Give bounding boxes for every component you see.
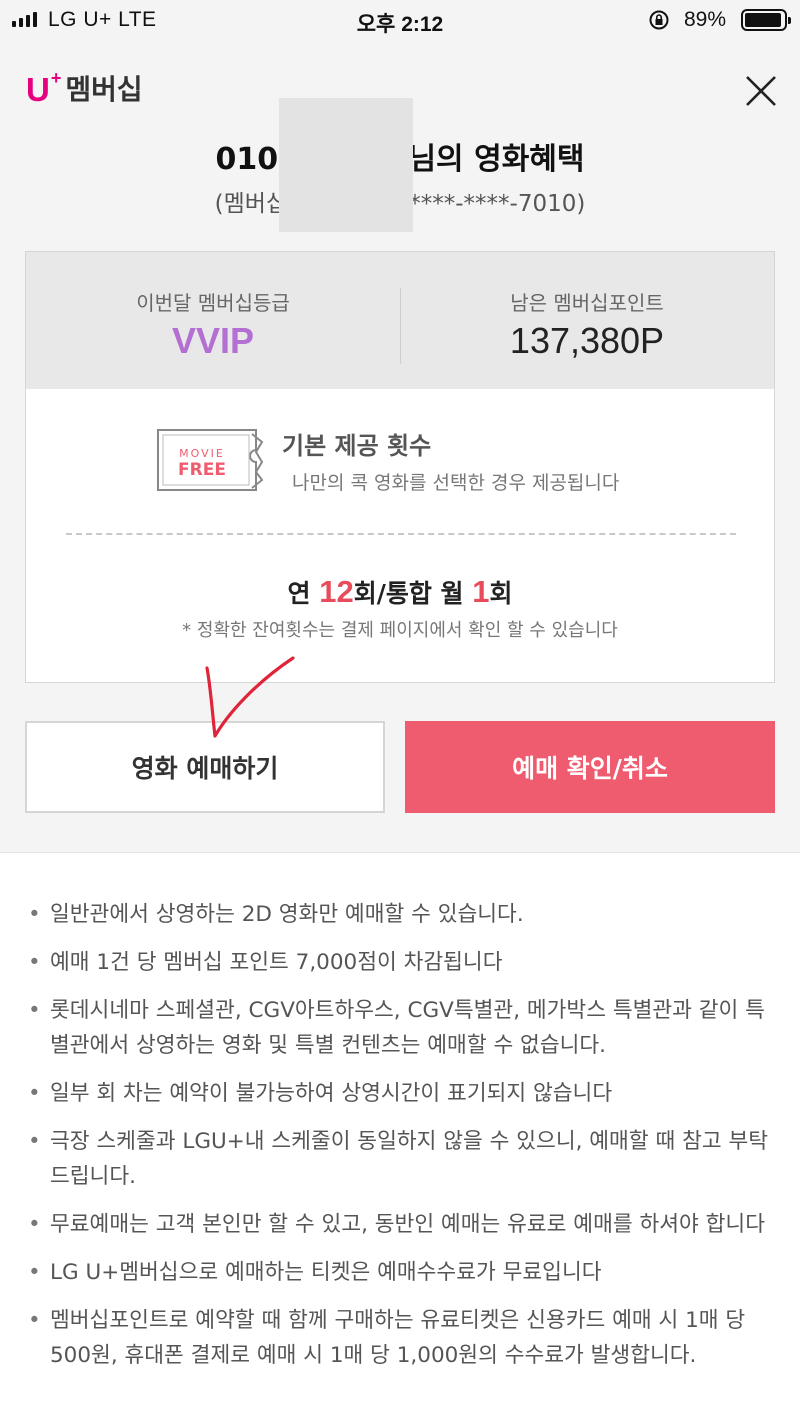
notice-item: 멤버십포인트로 예약할 때 함께 구매하는 유료티켓은 신용카드 예매 시 1매… xyxy=(26,1303,778,1373)
monthly-count: 1 xyxy=(472,574,490,609)
grade-label: 이번달 멤버십등급 xyxy=(136,291,290,315)
points-label: 남은 멤버십포인트 xyxy=(510,291,664,315)
status-time: 오후 2:12 xyxy=(356,13,444,36)
yearly-count: 12 xyxy=(319,574,354,609)
benefit-card: 이번달 멤버십등급 VVIP 남은 멤버십포인트 137,380P MOVIE … xyxy=(25,251,775,683)
battery-icon xyxy=(741,9,791,31)
notice-item: LG U+멤버십으로 예매하는 티켓은 예매수수료가 무료입니다 xyxy=(26,1255,778,1290)
svg-text:FREE: FREE xyxy=(178,460,226,480)
notice-section: 일반관에서 상영하는 2D 영화만 예매할 수 있습니다. 예매 1건 당 멤버… xyxy=(0,852,800,1422)
notice-item: 예매 1건 당 멤버십 포인트 7,000점이 차감됩니다 xyxy=(26,945,778,980)
notice-item: 일반관에서 상영하는 2D 영화만 예매할 수 있습니다. xyxy=(26,897,778,932)
notice-item: 극장 스케줄과 LGU+내 스케줄이 동일하지 않을 수 있으니, 예매할 때 … xyxy=(26,1124,778,1194)
notice-item: 무료예매는 고객 본인만 할 수 있고, 동반인 예매는 유료로 예매를 하셔야… xyxy=(26,1207,778,1242)
battery-percent: 89% xyxy=(684,8,727,31)
points-section: 남은 멤버십포인트 137,380P xyxy=(400,252,774,389)
membership-summary: 이번달 멤버십등급 VVIP 남은 멤버십포인트 137,380P xyxy=(26,252,774,389)
notice-item: 일부 회 차는 예약이 불가능하여 상영시간이 표기되지 않습니다 xyxy=(26,1076,778,1111)
movie-ticket-icon: MOVIE FREE xyxy=(157,429,264,491)
grade-value: VVIP xyxy=(171,320,255,361)
confirm-cancel-button[interactable]: 예매 확인/취소 xyxy=(405,721,775,813)
status-bar: LG U+ LTE 오후 2:12 89% xyxy=(0,0,800,40)
points-value: 137,380P xyxy=(509,320,665,361)
grade-section: 이번달 멤버십등급 VVIP xyxy=(26,252,400,389)
benefit-title: 기본 제공 횟수 xyxy=(282,432,432,460)
privacy-mask xyxy=(279,98,413,232)
notice-item: 롯데시네마 스페셜관, CGV아트하우스, CGV특별관, 메가박스 특별관과 … xyxy=(26,993,778,1063)
reserve-movie-button[interactable]: 영화 예매하기 xyxy=(25,721,385,813)
benefit-description: 나만의 콕 영화를 선택한 경우 제공됩니다 xyxy=(292,472,620,494)
rotation-lock-icon xyxy=(649,10,669,30)
close-icon[interactable] xyxy=(740,70,782,112)
dashed-divider xyxy=(66,533,736,535)
svg-text:MOVIE: MOVIE xyxy=(179,447,225,460)
brand-logo: U + 멤버십 xyxy=(26,68,143,108)
notice-list: 일반관에서 상영하는 2D 영화만 예매할 수 있습니다. 예매 1건 당 멤버… xyxy=(26,897,778,1386)
benefit-count: 연 12회/통합 월 1회 xyxy=(287,574,513,609)
count-note: * 정확한 잔여횟수는 결제 페이지에서 확인 할 수 있습니다 xyxy=(182,620,618,641)
